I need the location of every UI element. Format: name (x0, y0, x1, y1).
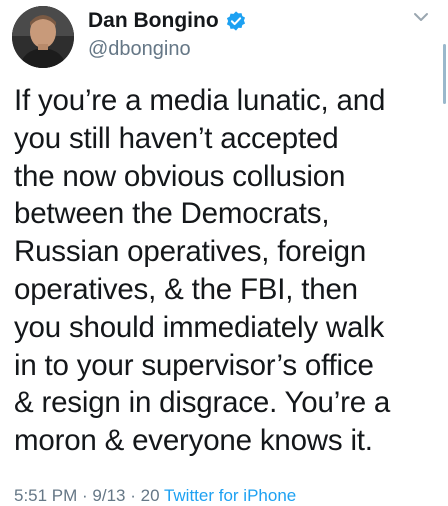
user-handle[interactable]: @dbongino (88, 38, 191, 61)
tweet-meta: 5:51 PM · 9/13 · 20 Twitter for iPhone (14, 486, 296, 506)
tweet-timestamp[interactable]: 5:51 PM · 9/13 · 20 (14, 486, 160, 505)
tweet-line: in to your supervisor’s office (14, 348, 374, 382)
tweet-line: If you’re a media lunatic, and (14, 84, 386, 117)
tweet-line: the now obvious collusion (14, 159, 346, 193)
name-row: Dan Bongino (88, 9, 247, 33)
tweet-line: you still haven’t accepted (14, 121, 339, 155)
chevron-down-icon[interactable] (412, 8, 430, 26)
tweet-line: you should immediately walk (14, 310, 385, 344)
tweet-line: Russian operatives, foreign (14, 235, 367, 269)
scrollbar[interactable] (443, 44, 446, 104)
tweet-line: operatives, & the FBI, then (14, 272, 358, 306)
tweet-line: between the Democrats, (14, 197, 330, 231)
display-name[interactable]: Dan Bongino (88, 9, 219, 33)
tweet-line: & resign in disgrace. You’re a (14, 386, 391, 420)
avatar-image (12, 6, 74, 68)
avatar[interactable] (12, 6, 74, 68)
verified-badge-icon (225, 10, 247, 32)
tweet-source[interactable]: Twitter for iPhone (164, 486, 296, 505)
tweet-header: Dan Bongino @dbongino (0, 0, 448, 104)
tweet-text: If you’re a media lunatic, and you still… (14, 82, 440, 460)
tweet-line: moron & everyone knows it. (14, 424, 373, 458)
